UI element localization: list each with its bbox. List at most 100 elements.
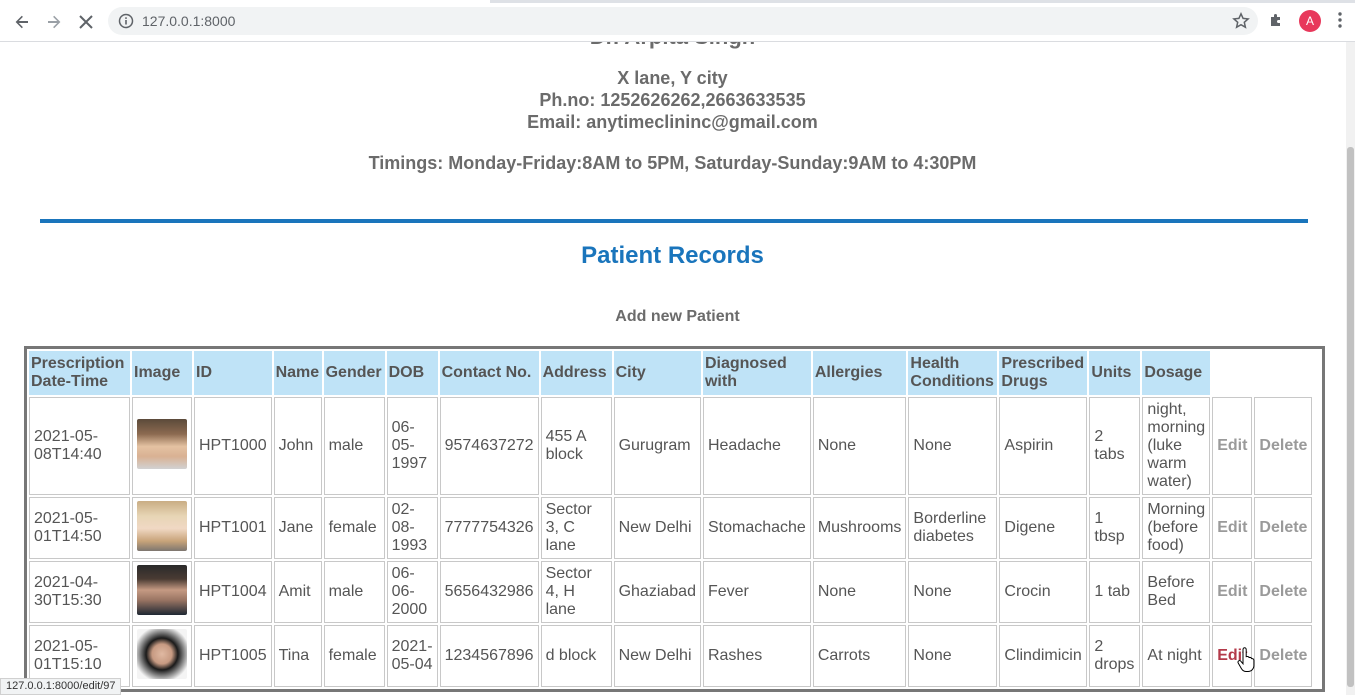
cell-units: 1 tab <box>1089 561 1141 623</box>
cell-name: Jane <box>273 497 322 559</box>
table-header-row: Prescription Date-Time Image ID Name Gen… <box>29 351 1312 395</box>
col-header-diagnosed: Diagnosed with <box>702 351 811 395</box>
cell-image <box>132 625 192 687</box>
cell-diagnosed: Stomachache <box>702 497 811 559</box>
stop-loading-button[interactable] <box>73 9 99 35</box>
forward-arrow-icon <box>48 15 61 29</box>
cell-diagnosed: Fever <box>702 561 811 623</box>
cell-city: New Delhi <box>613 497 701 559</box>
edit-link[interactable]: Edit <box>1212 397 1253 495</box>
col-header-contact: Contact No. <box>439 351 539 395</box>
cell-id: HPT1001 <box>194 497 272 559</box>
clinic-phone: Ph.no: 1252626262,2663633535 <box>539 90 806 110</box>
patient-records-table: Prescription Date-Time Image ID Name Gen… <box>24 346 1325 692</box>
cell-gender: female <box>323 497 385 559</box>
col-header-gender: Gender <box>323 351 385 395</box>
col-header-address: Address <box>540 351 612 395</box>
cell-date: 2021-04-30T15:30 <box>29 561 130 623</box>
col-header-image: Image <box>132 351 192 395</box>
page-content: Dr. Arpita Singh X lane, Y city Ph.no: 1… <box>0 42 1345 695</box>
cell-gender: male <box>323 397 385 495</box>
back-arrow-icon <box>15 15 28 29</box>
patient-photo <box>137 500 187 551</box>
delete-link[interactable]: Delete <box>1254 397 1313 495</box>
add-patient-link[interactable]: Add new Patient <box>0 308 1345 326</box>
cell-id: HPT1004 <box>194 561 272 623</box>
scrollbar-thumb[interactable] <box>1347 147 1354 687</box>
cell-dosage: Before Bed <box>1142 561 1211 623</box>
profile-avatar[interactable]: A <box>1299 10 1321 32</box>
cell-units: 1 tbsp <box>1089 497 1141 559</box>
cell-city: New Delhi <box>613 625 701 687</box>
bookmark-star-icon[interactable] <box>1232 12 1250 30</box>
cell-health: None <box>908 397 998 495</box>
cell-contact: 9574637272 <box>439 397 539 495</box>
info-icon[interactable] <box>118 13 134 29</box>
cell-drugs: Clindimicin <box>999 625 1088 687</box>
forward-button[interactable] <box>41 9 67 35</box>
cell-health: None <box>908 625 998 687</box>
active-tab[interactable] <box>0 0 490 3</box>
cell-id: HPT1000 <box>194 397 272 495</box>
delete-link[interactable]: Delete <box>1254 561 1313 623</box>
delete-link[interactable]: Delete <box>1254 497 1313 559</box>
patient-photo <box>137 418 187 469</box>
cell-dob: 06-06-2000 <box>386 561 438 623</box>
table-row: 2021-05-01T14:50 HPT1001 Jane female 02-… <box>29 497 1313 559</box>
cell-date: 2021-05-01T14:50 <box>29 497 130 559</box>
cell-date: 2021-05-08T14:40 <box>29 397 130 495</box>
cell-image <box>132 497 192 559</box>
patient-photo <box>137 628 187 679</box>
browser-toolbar: 127.0.0.1:8000 A <box>0 0 1355 42</box>
edit-link[interactable]: Edit <box>1212 497 1253 559</box>
cell-name: Amit <box>273 561 322 623</box>
page-title: Patient Records <box>581 242 764 269</box>
cell-units: 2 drops <box>1089 625 1141 687</box>
col-header-delete <box>1254 351 1312 395</box>
cell-name: John <box>273 397 322 495</box>
back-button[interactable] <box>9 9 35 35</box>
delete-link[interactable]: Delete <box>1254 625 1313 687</box>
cell-image <box>132 561 192 623</box>
table-row: 2021-05-08T14:40 HPT1000 John male 06-05… <box>29 397 1313 495</box>
page-scrollbar[interactable] <box>1346 42 1355 695</box>
extensions-puzzle-icon[interactable] <box>1268 11 1286 29</box>
cell-units: 2 tabs <box>1089 397 1141 495</box>
col-header-health: Health Conditions <box>908 351 998 395</box>
cell-dosage: Morning (before food) <box>1142 497 1211 559</box>
clinic-timings: Timings: Monday-Friday:8AM to 5PM, Satur… <box>368 153 977 173</box>
cell-allergies: None <box>812 397 907 495</box>
cell-contact: 1234567896 <box>439 625 539 687</box>
cell-dob: 06-05-1997 <box>386 397 438 495</box>
close-icon <box>79 15 93 29</box>
cell-dosage: night, morning (luke warm water) <box>1142 397 1211 495</box>
clinic-email: Email: anytimeclininc@gmail.com <box>527 112 818 132</box>
cell-drugs: Aspirin <box>999 397 1088 495</box>
cell-id: HPT1005 <box>194 625 272 687</box>
more-menu-icon[interactable] <box>1336 11 1344 29</box>
col-header-city: City <box>613 351 701 395</box>
table-row: 2021-04-30T15:30 HPT1004 Amit male 06-06… <box>29 561 1313 623</box>
cell-address: 455 A block <box>540 397 612 495</box>
cell-diagnosed: Headache <box>702 397 811 495</box>
cell-image <box>132 397 192 495</box>
edit-link[interactable]: Edit <box>1212 561 1253 623</box>
cell-allergies: Carrots <box>812 625 907 687</box>
cell-dob: 2021-05-04 <box>386 625 438 687</box>
hand-cursor-icon <box>1237 647 1255 672</box>
cell-health: Borderline diabetes <box>908 497 998 559</box>
section-divider <box>40 219 1308 223</box>
col-header-drugs: Prescribed Drugs <box>999 351 1088 395</box>
address-bar[interactable]: 127.0.0.1:8000 <box>108 7 1258 35</box>
cell-health: None <box>908 561 998 623</box>
col-header-allergies: Allergies <box>812 351 907 395</box>
url-text[interactable]: 127.0.0.1:8000 <box>142 13 235 29</box>
cell-gender: male <box>323 561 385 623</box>
tab-strip <box>0 0 1355 3</box>
cell-city: Ghaziabad <box>613 561 701 623</box>
cell-city: Gurugram <box>613 397 701 495</box>
col-header-dob: DOB <box>386 351 438 395</box>
cell-dob: 02-08-1993 <box>386 497 438 559</box>
col-header-id: ID <box>194 351 272 395</box>
cell-contact: 5656432986 <box>439 561 539 623</box>
